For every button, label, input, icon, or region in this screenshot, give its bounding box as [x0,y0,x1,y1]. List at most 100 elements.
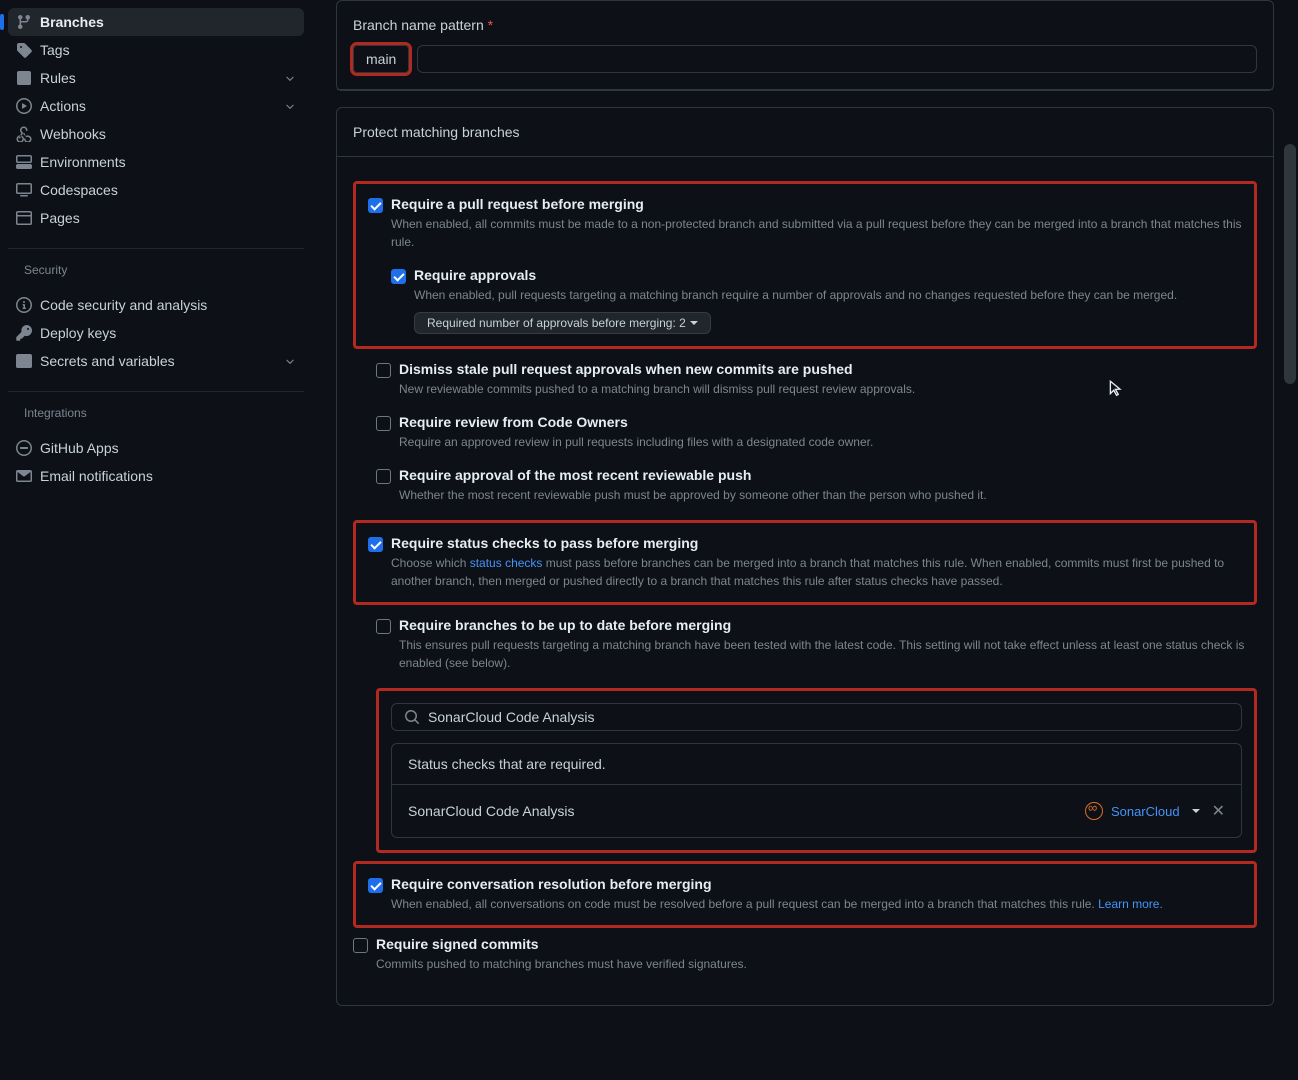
divider [8,391,304,392]
rule-desc: This ensures pull requests targeting a m… [399,636,1257,672]
sidebar-item-pages[interactable]: Pages [8,204,304,232]
asterisk-icon [16,353,32,369]
status-check-search-input[interactable] [428,709,1229,725]
sidebar-item-webhooks[interactable]: Webhooks [8,120,304,148]
protect-panel: Protect matching branches Require a pull… [336,107,1274,1006]
rule-desc: New reviewable commits pushed to a match… [399,380,1257,398]
sidebar-item-codespaces[interactable]: Codespaces [8,176,304,204]
rule-title: Require conversation resolution before m… [391,876,712,892]
status-check-search[interactable] [391,703,1242,731]
key-icon [16,325,32,341]
sidebar-item-rules[interactable]: Rules [8,64,304,92]
mail-icon [16,468,32,484]
branch-pattern-input[interactable] [417,45,1257,73]
divider [8,248,304,249]
search-icon [404,709,420,725]
rule-title: Require a pull request before merging [391,196,644,212]
sidebar-item-actions[interactable]: Actions [8,92,304,120]
server-icon [16,154,32,170]
sidebar-item-tags[interactable]: Tags [8,36,304,64]
sidebar-item-secrets[interactable]: Secrets and variables [8,347,304,375]
sidebar-label: GitHub Apps [40,440,119,456]
chevron-down-icon [284,355,296,367]
shield-icon [16,297,32,313]
main-content: Branch name pattern * main Protect match… [312,0,1298,1080]
sidebar-label: Webhooks [40,126,106,142]
checkbox-up-to-date[interactable] [376,619,391,634]
caret-down-icon [690,321,698,325]
hubot-icon [16,440,32,456]
learn-more-link[interactable]: Learn more [1098,897,1159,911]
chevron-down-icon [284,72,296,84]
rule-title: Require signed commits [376,936,539,952]
scrollbar-thumb[interactable] [1284,144,1296,384]
browser-icon [16,210,32,226]
rule-title: Require approvals [414,267,536,283]
sidebar-item-github-apps[interactable]: GitHub Apps [8,434,304,462]
rule-signed-commits: Require signed commits Commits pushed to… [353,936,1257,973]
remove-status-check-button[interactable]: ✕ [1212,801,1225,821]
checkbox-require-pr[interactable] [368,198,383,213]
sidebar-heading-security: Security [8,257,304,283]
rule-desc: Whether the most recent reviewable push … [399,486,1257,504]
rule-conversation: Require conversation resolution before m… [368,876,1242,913]
sidebar-label: Deploy keys [40,325,116,341]
rule-title: Require branches to be up to date before… [399,617,731,633]
sidebar-label: Code security and analysis [40,297,207,313]
rule-title: Require review from Code Owners [399,414,628,430]
status-check-name: SonarCloud Code Analysis [408,803,575,819]
highlight-status-search: Status checks that are required. SonarCl… [376,688,1257,853]
highlight-require-pr: Require a pull request before merging Wh… [353,181,1257,349]
checkbox-require-approvals[interactable] [391,269,406,284]
rule-desc: Commits pushed to matching branches must… [376,955,1257,973]
branch-pattern-prefix[interactable]: main [353,45,409,73]
status-check-row: SonarCloud Code Analysis SonarCloud ✕ [392,785,1241,837]
tag-icon [16,42,32,58]
approval-count-label: Required number of approvals before merg… [427,316,686,330]
rule-title: Dismiss stale pull request approvals whe… [399,361,853,377]
sidebar-item-environments[interactable]: Environments [8,148,304,176]
checkbox-signed-commits[interactable] [353,938,368,953]
highlight-conversation: Require conversation resolution before m… [353,861,1257,928]
sidebar-label: Actions [40,98,86,114]
rules-icon [16,70,32,86]
checkbox-code-owners[interactable] [376,416,391,431]
checkbox-recent-push[interactable] [376,469,391,484]
protect-heading: Protect matching branches [337,108,1273,157]
approval-count-select[interactable]: Required number of approvals before merg… [414,312,711,334]
webhook-icon [16,126,32,142]
branch-pattern-label: Branch name pattern [353,17,484,33]
sidebar-label: Branches [40,14,104,30]
rule-status-checks: Require status checks to pass before mer… [368,535,1242,590]
sidebar-item-code-security[interactable]: Code security and analysis [8,291,304,319]
required-indicator: * [488,17,493,33]
checkbox-conversation[interactable] [368,878,383,893]
scrollbar[interactable] [1282,0,1298,1080]
play-icon [16,98,32,114]
sidebar-label: Tags [40,42,70,58]
status-checks-table: Status checks that are required. SonarCl… [391,743,1242,838]
checkbox-dismiss-stale[interactable] [376,363,391,378]
codespaces-icon [16,182,32,198]
checkbox-status-checks[interactable] [368,537,383,552]
branch-pattern-header: Branch name pattern * main [337,1,1273,90]
status-checks-link[interactable]: status checks [470,556,543,570]
sidebar-label: Secrets and variables [40,353,175,369]
status-check-app[interactable]: SonarCloud [1085,802,1200,820]
sidebar: Branches Tags Rules [0,0,312,1080]
rule-require-pr: Require a pull request before merging Wh… [368,196,1242,251]
sidebar-label: Codespaces [40,182,118,198]
sidebar-label: Rules [40,70,76,86]
sidebar-item-branches[interactable]: Branches [8,8,304,36]
sidebar-label: Pages [40,210,80,226]
rule-desc: Choose which status checks must pass bef… [391,554,1242,590]
rule-recent-push: Require approval of the most recent revi… [376,467,1257,504]
sidebar-item-deploy-keys[interactable]: Deploy keys [8,319,304,347]
sidebar-item-email-notifications[interactable]: Email notifications [8,462,304,490]
rule-desc: When enabled, all conversations on code … [391,895,1242,913]
rule-desc: Require an approved review in pull reque… [399,433,1257,451]
branch-icon [16,14,32,30]
sidebar-label: Email notifications [40,468,153,484]
rule-up-to-date: Require branches to be up to date before… [376,617,1257,672]
rule-require-approvals: Require approvals When enabled, pull req… [391,267,1242,334]
